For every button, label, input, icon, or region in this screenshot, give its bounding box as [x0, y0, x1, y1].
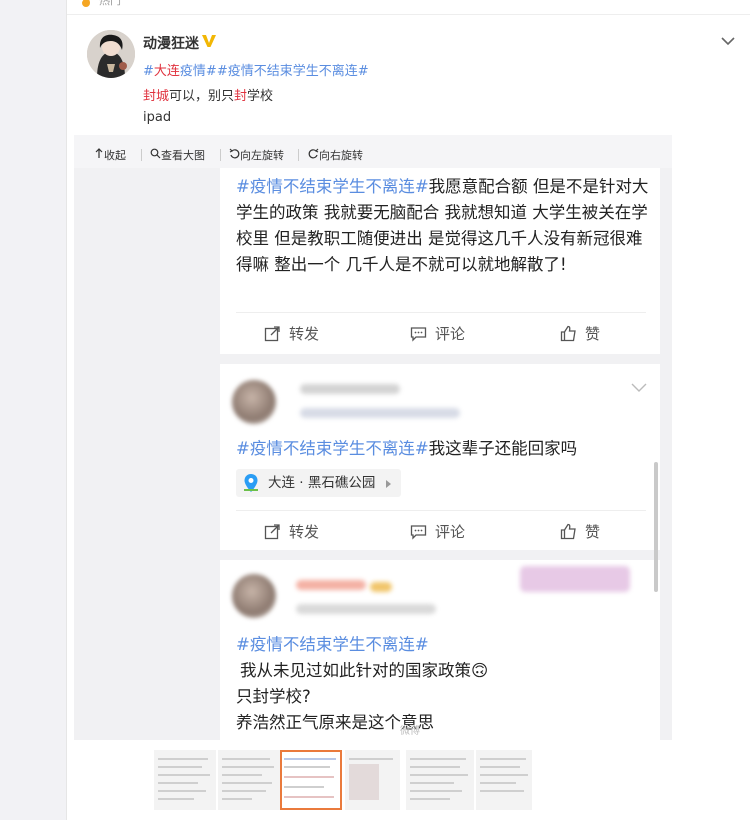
view-large-button[interactable]: 查看大图 — [150, 147, 205, 163]
top-bar: 热门 — [67, 0, 750, 15]
divider — [220, 149, 221, 161]
thumbnail-6[interactable] — [476, 750, 532, 810]
arrow-up-icon — [95, 148, 103, 158]
blurred-meta — [296, 604, 436, 614]
thumbs-up-icon — [560, 523, 576, 540]
map-pin-icon — [244, 474, 258, 492]
username[interactable]: 动漫狂迷 — [143, 33, 199, 53]
repost-label: 转发 — [289, 523, 320, 541]
blurred-badge — [370, 582, 392, 592]
image-post-2: #疫情不结束学生不离连#我这辈子还能回家吗 大连 · 黑石礁公园 转发 评论 赞 — [220, 364, 660, 550]
post-1-actions: 转发 评论 赞 — [236, 312, 646, 351]
blurred-username — [300, 384, 400, 394]
comment-icon — [410, 525, 427, 540]
chevron-down-icon[interactable] — [630, 382, 648, 394]
post-2-hashtag: #疫情不结束学生不离连# — [236, 439, 429, 458]
rotate-right-icon — [308, 148, 319, 159]
blurred-decoration — [520, 566, 630, 592]
repost-icon — [264, 326, 280, 342]
repost-button[interactable]: 转发 — [264, 521, 319, 542]
blurred-avatar — [232, 574, 276, 618]
blurred-username — [296, 580, 366, 590]
post-1-hashtag: #疫情不结束学生不离连# — [236, 177, 429, 196]
view-large-label: 查看大图 — [161, 149, 205, 162]
post-3-text: #疫情不结束学生不离连# 我从未见过如此针对的国家政策🙃 只封学校? 养浩然正气… — [236, 632, 720, 736]
post-2-body: 我这辈子还能回家吗 — [428, 439, 578, 458]
rotate-right-button[interactable]: 向右旋转 — [308, 147, 363, 163]
post-3-hashtag: #疫情不结束学生不离连# — [236, 635, 429, 654]
post-source: ipad — [143, 110, 172, 125]
like-button[interactable]: 赞 — [560, 323, 600, 344]
image-post-1: #疫情不结束学生不离连#我愿意配合额 但是不是针对大学生的政策 我就要无脑配合 … — [220, 168, 660, 354]
rotate-right-label: 向右旋转 — [319, 149, 363, 162]
image-post-3: #疫情不结束学生不离连# 我从未见过如此针对的国家政策🙃 只封学校? 养浩然正气… — [220, 560, 660, 740]
like-button[interactable]: 赞 — [560, 521, 600, 542]
keyword-feng: 封 — [234, 89, 248, 104]
location-tag[interactable]: 大连 · 黑石礁公园 — [236, 469, 402, 497]
post-hashtags[interactable]: #大连疫情##疫情不结束学生不离连# — [143, 60, 369, 79]
post-3-line-2: 只封学校? — [236, 687, 311, 706]
image-scrollbar[interactable] — [654, 462, 658, 592]
post-2-actions: 转发 评论 赞 — [236, 510, 646, 549]
fire-icon — [82, 0, 90, 7]
like-label: 赞 — [585, 325, 601, 343]
hashtag-keyword: 大连 — [153, 64, 180, 79]
comment-label: 评论 — [435, 325, 466, 343]
keyword-fengcheng: 封城 — [143, 89, 170, 104]
post-1-text: #疫情不结束学生不离连#我愿意配合额 但是不是针对大学生的政策 我就要无脑配合 … — [236, 174, 656, 278]
post-3-line-3: 养浩然正气原来是这个意思 — [236, 713, 434, 732]
text-middle: 可以，别只 — [169, 89, 235, 104]
comment-label: 评论 — [435, 523, 466, 541]
top-label: 热门 — [99, 0, 121, 7]
chevron-down-icon[interactable] — [719, 32, 737, 50]
thumbnail-2[interactable] — [218, 750, 280, 810]
post-3-line-1: 我从未见过如此针对的国家政策🙃 — [240, 661, 489, 680]
search-icon — [150, 148, 161, 159]
repost-label: 转发 — [289, 325, 320, 343]
post-2-text: #疫情不结束学生不离连#我这辈子还能回家吗 — [236, 436, 720, 462]
location-label: 大连 · 黑石礁公园 — [268, 475, 376, 491]
repost-button[interactable]: 转发 — [264, 323, 319, 344]
blurred-meta — [300, 408, 460, 418]
thumbnail-5[interactable] — [406, 750, 474, 810]
text-end: 学校 — [247, 89, 274, 104]
thumbnail-3-selected[interactable] — [280, 750, 342, 810]
post-text: 封城可以，别只封学校 — [143, 85, 273, 104]
divider — [141, 149, 142, 161]
comment-button[interactable]: 评论 — [410, 323, 465, 344]
collapse-button[interactable]: 收起 — [94, 147, 126, 163]
rotate-left-label: 向左旋转 — [240, 149, 284, 162]
rotate-left-icon — [229, 148, 240, 159]
hashtag-prefix: # — [143, 64, 154, 79]
avatar[interactable] — [87, 30, 135, 78]
thumbnail-1[interactable] — [154, 750, 216, 810]
chevron-right-icon — [386, 480, 392, 488]
comment-icon — [410, 327, 427, 342]
avatar-image — [87, 30, 135, 78]
thumbnail-4[interactable] — [345, 750, 400, 810]
thumbs-up-icon — [560, 325, 576, 342]
repost-icon — [264, 524, 280, 540]
weibo-watermark: 微博 — [400, 726, 420, 737]
rotate-left-button[interactable]: 向左旋转 — [229, 147, 284, 163]
hashtag-text: 疫情##疫情不结束学生不离连# — [179, 64, 369, 79]
blurred-avatar — [232, 380, 276, 424]
like-label: 赞 — [585, 523, 601, 541]
divider — [298, 149, 299, 161]
comment-button[interactable]: 评论 — [410, 521, 465, 542]
collapse-label: 收起 — [104, 149, 126, 162]
verified-v-icon — [202, 35, 216, 47]
